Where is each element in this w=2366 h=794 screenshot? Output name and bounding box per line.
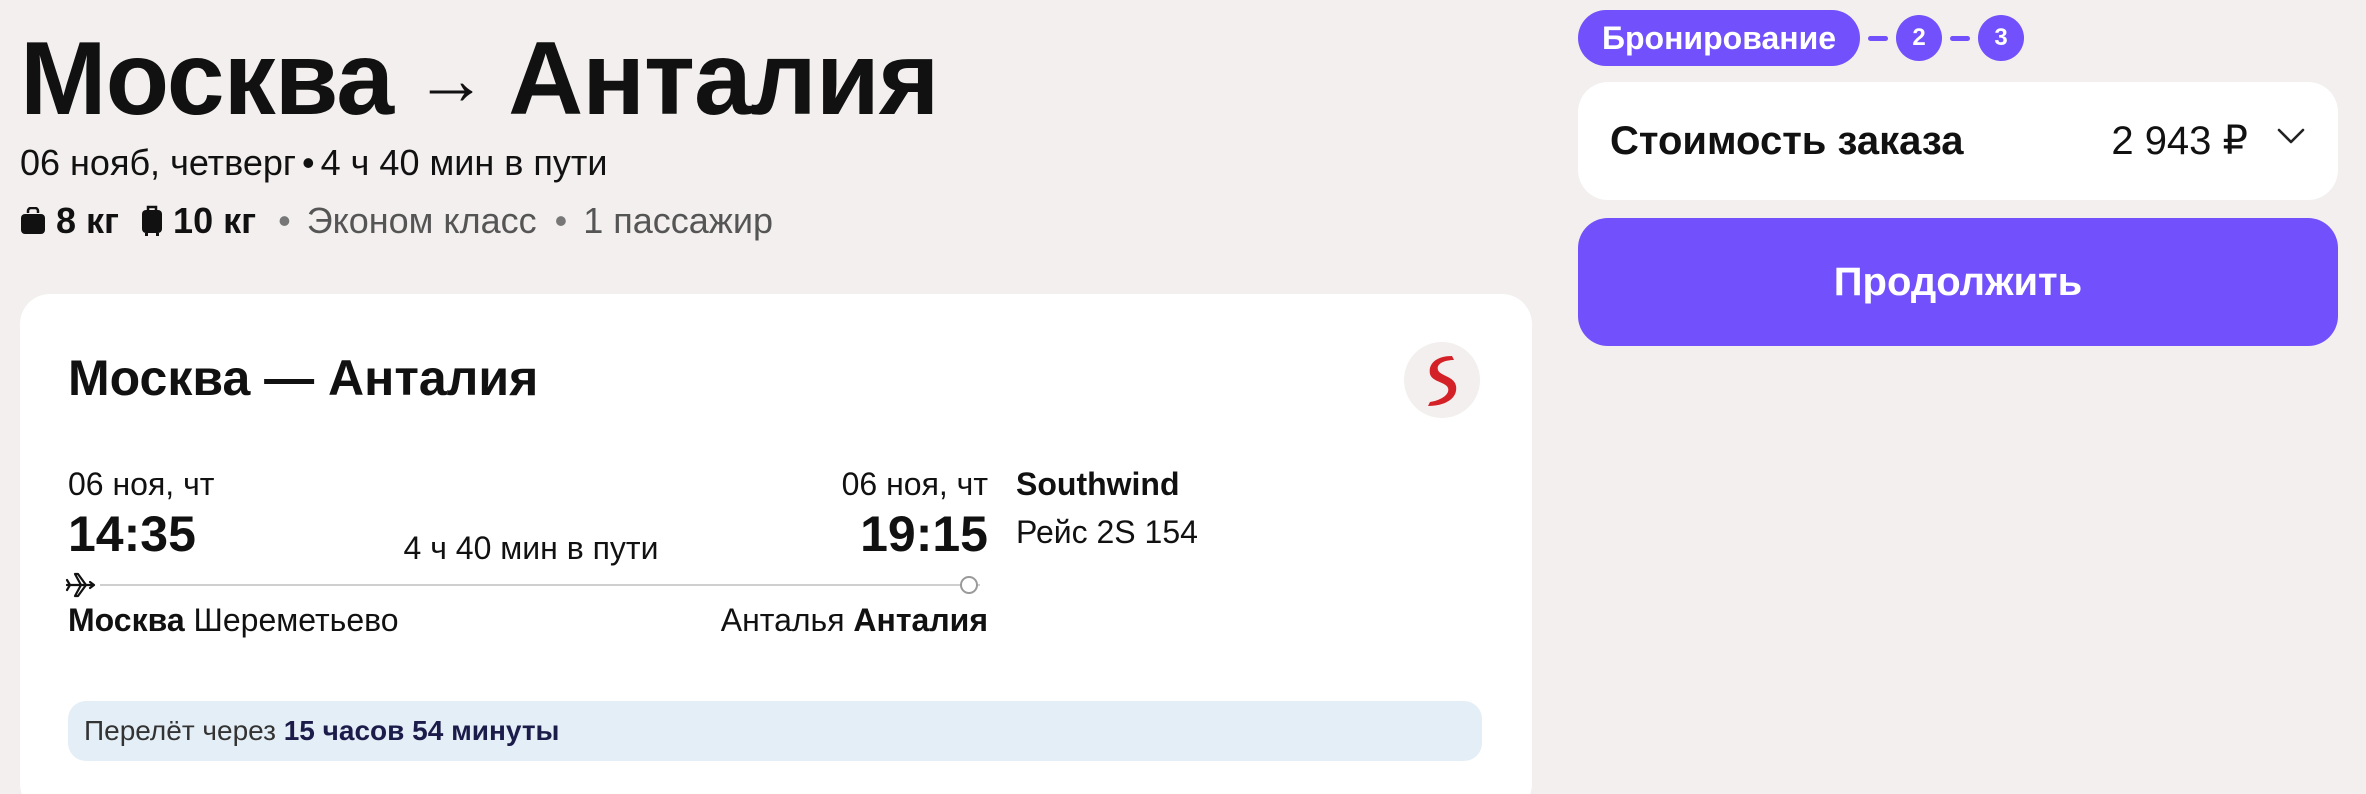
trip-date: 06 нояб, четверг: [20, 142, 297, 183]
step-booking[interactable]: Бронирование: [1578, 10, 1861, 66]
flight-notice: Перелёт через 15 часов 54 минуты: [68, 701, 1482, 761]
airline-logo: [1404, 342, 1480, 418]
suitcase-icon: [142, 205, 163, 236]
flight-card: Москва — Анталия 06 ноя, чт 14:35 4 ч 40…: [20, 294, 1532, 794]
flight-card-title: Москва — Анталия: [68, 350, 539, 406]
airline-name: Southwind: [1016, 466, 1180, 502]
checked-baggage-weight: 10 кг: [173, 200, 257, 241]
checked-baggage: 10 кг: [141, 200, 256, 242]
departure-city: Москва: [68, 602, 185, 638]
cabin-class: Эконом класс: [306, 200, 537, 241]
dot-separator: •: [302, 142, 315, 183]
arrow-icon: →: [415, 40, 487, 120]
arrival-city: Анталья: [720, 602, 845, 638]
trip-subline: 06 нояб, четверг • 4 ч 40 мин в пути: [20, 138, 607, 188]
arrival-airport-name: Анталия: [853, 602, 988, 638]
chevron-down-icon[interactable]: [2276, 126, 2306, 146]
notice-time: 15 часов 54 минуты: [283, 715, 560, 746]
origin-city: Москва: [20, 21, 394, 137]
booking-page: Москва → Анталия 06 нояб, четверг • 4 ч 40 м…: [0, 0, 2366, 794]
bag-icon: [21, 207, 45, 234]
order-cost-toggle[interactable]: Стоимость заказа 2 943 ₽: [1578, 82, 2338, 200]
booking-steps: Бронирование 2 3: [1578, 10, 2025, 66]
hand-baggage-weight: 8 кг: [56, 200, 120, 241]
step-connector: [1950, 35, 1971, 41]
southwind-logo-icon: [1428, 356, 1457, 406]
destination-city: Анталия: [508, 21, 939, 137]
arrival-airport: Анталья Анталия: [721, 600, 988, 640]
trip-duration: 4 ч 40 мин в пути: [320, 142, 608, 183]
step-connector: [1868, 35, 1889, 41]
hand-baggage: 8 кг: [20, 200, 119, 242]
order-cost-value: 2 943 ₽: [2111, 119, 2248, 163]
route-title: Москва → Анталия: [20, 14, 939, 155]
arrival-time: 19:15: [860, 506, 988, 562]
flight-duration: 4 ч 40 мин в пути: [403, 530, 659, 566]
continue-button[interactable]: Продолжить: [1578, 218, 2338, 346]
flight-number: Рейс 2S 154: [1016, 514, 1198, 550]
arrival-date: 06 ноя, чт: [841, 466, 988, 502]
timeline-line: [100, 584, 980, 586]
departure-airport: Москва Шереметьево: [68, 600, 399, 640]
departure-date: 06 ноя, чт: [68, 466, 215, 502]
step-3[interactable]: 3: [1978, 15, 2025, 61]
order-cost-label: Стоимость заказа: [1610, 119, 1964, 163]
step-2[interactable]: 2: [1896, 15, 1943, 61]
meta-separator: •: [278, 200, 291, 241]
departure-airport-name: Шереметьево: [193, 602, 399, 638]
plane-icon: [65, 572, 96, 598]
notice-prefix: Перелёт через: [84, 715, 276, 746]
passenger-count: 1 пассажир: [583, 200, 773, 241]
meta-separator: •: [554, 200, 568, 241]
arrival-point-icon: [960, 576, 978, 594]
trip-meta: 8 кг 10 кг • Эконом класс • 1 пассажир: [20, 196, 791, 246]
